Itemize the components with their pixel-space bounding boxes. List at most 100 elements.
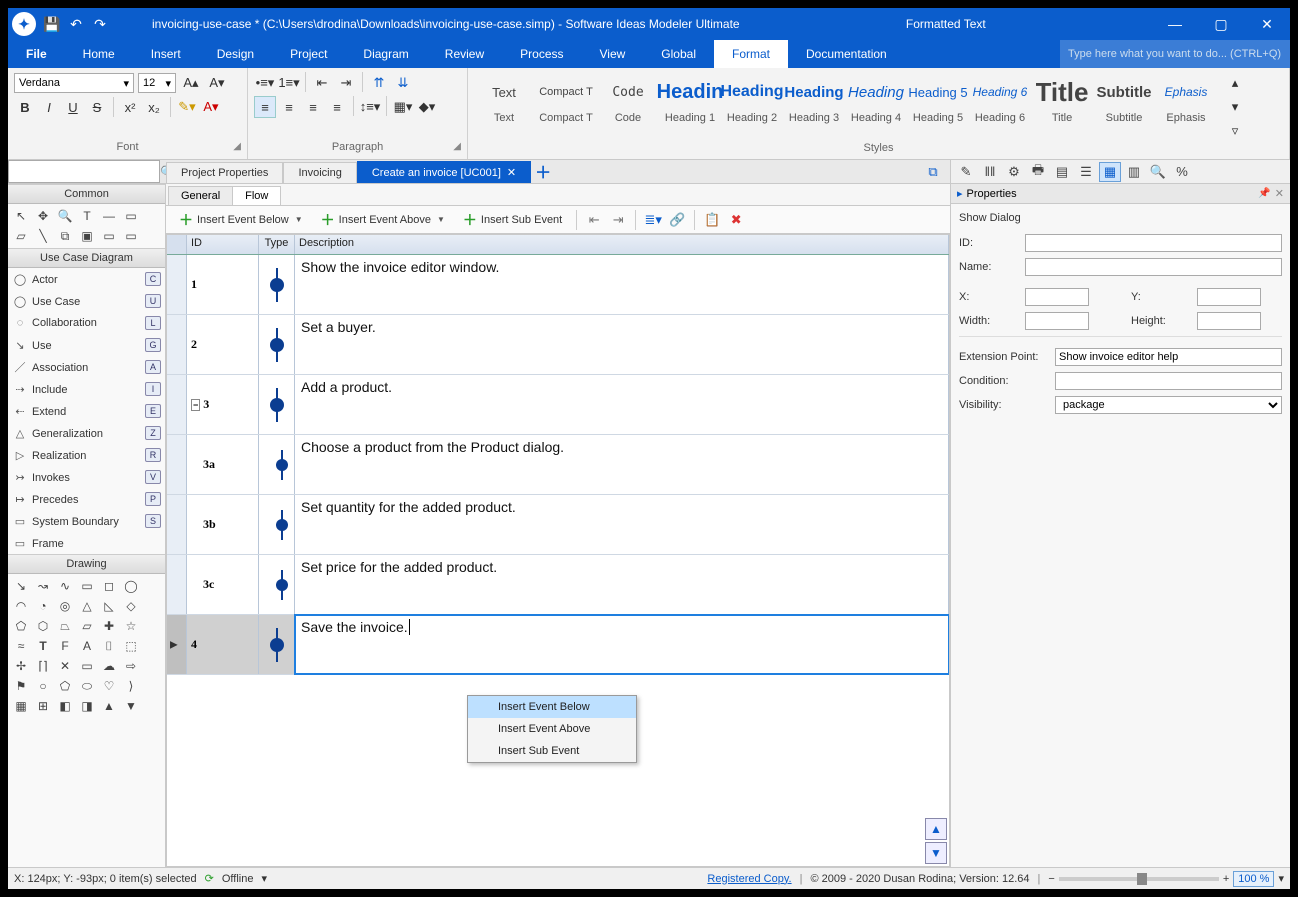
superscript-button[interactable]: x² bbox=[119, 96, 141, 118]
minimize-button[interactable]: — bbox=[1152, 8, 1198, 40]
draw-chevron-icon[interactable]: ⟩ bbox=[121, 677, 141, 695]
cond-input[interactable] bbox=[1055, 372, 1282, 390]
draw-blob-icon[interactable]: ⬭ bbox=[77, 677, 97, 695]
ctx-insert-sub[interactable]: Insert Sub Event bbox=[468, 740, 636, 762]
add-tab-button[interactable]: ＋ bbox=[531, 159, 555, 183]
outdent-button[interactable]: ⇤ bbox=[311, 72, 333, 94]
insert-event-below-button[interactable]: ＋Insert Event Below▼ bbox=[172, 207, 310, 233]
line2-tool-icon[interactable]: ╲ bbox=[33, 227, 53, 245]
common-group-header[interactable]: Common bbox=[8, 184, 165, 204]
draw-parallelogram-icon[interactable]: ▱ bbox=[77, 617, 97, 635]
insert-sub-event-button[interactable]: ＋Insert Sub Event bbox=[456, 207, 569, 233]
zoom-value[interactable]: 100 % bbox=[1233, 871, 1274, 887]
ext-input[interactable] bbox=[1055, 348, 1282, 366]
menu-global[interactable]: Global bbox=[643, 40, 714, 68]
note-tool-icon[interactable]: ▱ bbox=[11, 227, 31, 245]
vis-select[interactable]: package bbox=[1055, 396, 1282, 414]
table-row[interactable]: 1 Show the invoice editor window. bbox=[167, 255, 949, 315]
toolbox-item[interactable]: ⇠ExtendE bbox=[8, 400, 165, 422]
rt-styles-icon[interactable]: ‖‖ bbox=[979, 162, 1001, 182]
description-cell[interactable]: Show the invoice editor window. bbox=[295, 255, 949, 314]
font-name-combo[interactable]: Verdana▾ bbox=[14, 73, 134, 93]
font-size-combo[interactable]: 12▾ bbox=[138, 73, 176, 93]
tab-tool-icon[interactable]: ▭ bbox=[121, 227, 141, 245]
x-input[interactable] bbox=[1025, 288, 1089, 306]
table-row[interactable]: 3c Set price for the added product. bbox=[167, 555, 949, 615]
draw-ellipse-icon[interactable]: ◯ bbox=[121, 577, 141, 595]
menu-process[interactable]: Process bbox=[502, 40, 581, 68]
sort-desc-button[interactable]: ⇊ bbox=[392, 72, 414, 94]
draw-brackets-icon[interactable]: ⌈⌉ bbox=[33, 657, 53, 675]
table-row[interactable]: 3b Set quantity for the added product. bbox=[167, 495, 949, 555]
draw-rtriangle-icon[interactable]: ◺ bbox=[99, 597, 119, 615]
draw-callout-icon[interactable]: ▭ bbox=[77, 657, 97, 675]
toolbox-item[interactable]: ◌CollaborationL bbox=[8, 312, 165, 334]
column-type[interactable]: Type bbox=[259, 235, 295, 254]
delete-event-icon[interactable]: ✖ bbox=[726, 210, 746, 230]
drawing-group-header[interactable]: Drawing bbox=[8, 554, 165, 574]
draw-misc3-icon[interactable]: ▲ bbox=[99, 697, 119, 715]
draw-text-icon[interactable]: T bbox=[33, 637, 53, 655]
rt-properties-icon[interactable]: ▦ bbox=[1099, 162, 1121, 182]
renumber-icon[interactable]: ≣▾ bbox=[643, 210, 663, 230]
description-cell[interactable]: Choose a product from the Product dialog… bbox=[295, 435, 949, 494]
draw-heart-icon[interactable]: ♡ bbox=[99, 677, 119, 695]
scroll-up-button[interactable]: ▲ bbox=[925, 818, 947, 840]
draw-cloud-icon[interactable]: ☁ bbox=[99, 657, 119, 675]
subtab-flow[interactable]: Flow bbox=[232, 186, 281, 205]
table-row[interactable]: 4 Save the invoice. bbox=[167, 615, 949, 675]
draw-trapezoid-icon[interactable]: ⏢ bbox=[55, 617, 75, 635]
draw-circle-icon[interactable]: ○ bbox=[33, 677, 53, 695]
toolbox-item[interactable]: ／AssociationA bbox=[8, 356, 165, 378]
rt-nav-icon[interactable]: ▥ bbox=[1123, 162, 1145, 182]
align-left-button[interactable]: ≡ bbox=[254, 96, 276, 118]
highlight-button[interactable]: ✎▾ bbox=[176, 96, 198, 118]
tab-project-properties[interactable]: Project Properties bbox=[166, 162, 283, 183]
menu-insert[interactable]: Insert bbox=[133, 40, 199, 68]
toolbox-item[interactable]: ⇢IncludeI bbox=[8, 378, 165, 400]
toolbox-item[interactable]: ▭Frame bbox=[8, 532, 165, 554]
container-tool-icon[interactable]: ⧉ bbox=[55, 227, 75, 245]
toolbox-item[interactable]: ↣InvokesV bbox=[8, 466, 165, 488]
menu-diagram[interactable]: Diagram bbox=[345, 40, 426, 68]
package-tool-icon[interactable]: ▣ bbox=[77, 227, 97, 245]
registered-link[interactable]: Registered Copy. bbox=[707, 873, 791, 885]
toolbox-item[interactable]: ▭System BoundaryS bbox=[8, 510, 165, 532]
qat-redo-icon[interactable]: ↷ bbox=[88, 12, 112, 36]
draw-donut-icon[interactable]: ◎ bbox=[55, 597, 75, 615]
strike-button[interactable]: S bbox=[86, 96, 108, 118]
close-tab-icon[interactable]: ✕ bbox=[507, 166, 516, 179]
bullets-button[interactable]: •≡▾ bbox=[254, 72, 276, 94]
draw-wave-icon[interactable]: ≈ bbox=[11, 637, 31, 655]
rt-layers-icon[interactable]: ☰ bbox=[1075, 162, 1097, 182]
tell-me-search[interactable]: Type here what you want to do... (CTRL+Q… bbox=[1060, 40, 1290, 68]
toolbox-item[interactable]: ↦PrecedesP bbox=[8, 488, 165, 510]
toolbox-item[interactable]: △GeneralizationZ bbox=[8, 422, 165, 444]
menu-home[interactable]: Home bbox=[65, 40, 133, 68]
pin-icon[interactable]: 📌 bbox=[1258, 188, 1270, 199]
draw-pie-icon[interactable]: ◔ bbox=[33, 597, 53, 615]
draw-misc1-icon[interactable]: ◧ bbox=[55, 697, 75, 715]
maximize-button[interactable]: ▢ bbox=[1198, 8, 1244, 40]
tab-create-invoice[interactable]: Create an invoice [UC001]✕ bbox=[357, 161, 531, 183]
scroll-down-button[interactable]: ▼ bbox=[925, 842, 947, 864]
draw-triangle-icon[interactable]: △ bbox=[77, 597, 97, 615]
rt-search-icon[interactable]: 🔍 bbox=[1147, 162, 1169, 182]
draw-polygon-icon[interactable]: ⬠ bbox=[55, 677, 75, 695]
pointer-tool-icon[interactable]: ↖ bbox=[11, 207, 31, 225]
paragraph-dialog-launcher-icon[interactable]: ◢ bbox=[453, 141, 461, 152]
draw-misc2-icon[interactable]: ◨ bbox=[77, 697, 97, 715]
draw-line-icon[interactable]: ↘ bbox=[11, 577, 31, 595]
folder-tool-icon[interactable]: ▭ bbox=[99, 227, 119, 245]
ctx-insert-below[interactable]: Insert Event Below bbox=[468, 696, 636, 718]
indent-button[interactable]: ⇥ bbox=[335, 72, 357, 94]
align-center-button[interactable]: ≡ bbox=[278, 96, 300, 118]
draw-grid-icon[interactable]: ▦ bbox=[11, 697, 31, 715]
name-input[interactable] bbox=[1025, 258, 1282, 276]
y-input[interactable] bbox=[1197, 288, 1261, 306]
draw-misc4-icon[interactable]: ▼ bbox=[121, 697, 141, 715]
draw-polyline-icon[interactable]: ↝ bbox=[33, 577, 53, 595]
draw-arrow-icon[interactable]: ⇨ bbox=[121, 657, 141, 675]
draw-cross-icon[interactable]: ✚ bbox=[99, 617, 119, 635]
menu-review[interactable]: Review bbox=[427, 40, 502, 68]
